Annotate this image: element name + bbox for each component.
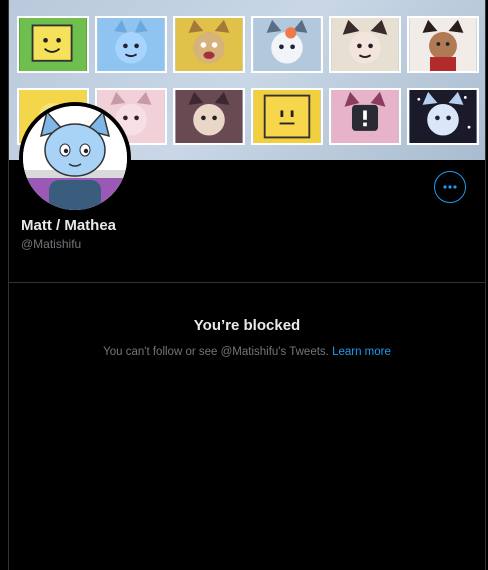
banner-art-tile <box>407 88 479 145</box>
banner-art-tile <box>329 16 401 73</box>
user-handle: @Matishifu <box>21 237 82 251</box>
display-name: Matt / Mathea <box>21 217 117 234</box>
learn-more-link[interactable]: Learn more <box>332 346 391 358</box>
blocked-message: You can't follow or see @Matishifu's Twe… <box>9 346 485 358</box>
profile-column: Matt / Mathea @Matishifu You’re blocked … <box>8 0 486 570</box>
banner-art-tile <box>173 88 245 145</box>
banner-art-tile <box>95 16 167 73</box>
banner-art-tile <box>251 88 323 145</box>
blocked-title: You’re blocked <box>193 317 301 334</box>
profile-avatar[interactable] <box>19 102 131 214</box>
banner-art-tile <box>407 16 479 73</box>
divider <box>9 282 485 283</box>
more-horizontal-icon <box>443 185 457 189</box>
banner-art-tile <box>17 16 89 73</box>
banner-art-tile <box>329 88 401 145</box>
banner-art-tile <box>173 16 245 73</box>
blocked-message-text: You can't follow or see @Matishifu's Twe… <box>103 346 333 358</box>
banner-art-tile <box>251 16 323 73</box>
more-options-button[interactable] <box>434 171 466 203</box>
